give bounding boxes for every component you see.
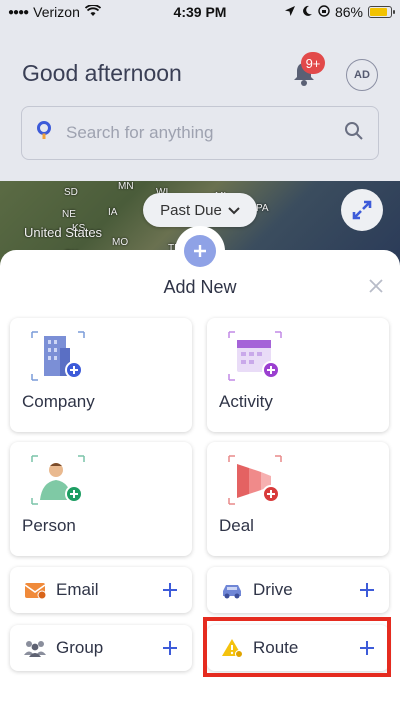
status-left: ●●●● Verizon xyxy=(8,4,101,20)
plus-circle xyxy=(184,235,216,267)
sheet-add-button[interactable] xyxy=(175,226,225,276)
row-label: Group xyxy=(56,638,104,657)
lock-rotation-icon xyxy=(318,4,330,20)
card-label: Deal xyxy=(219,516,254,535)
location-pin-icon xyxy=(36,120,52,146)
signal-icon: ●●●● xyxy=(8,6,29,18)
search-icon[interactable] xyxy=(344,121,364,146)
card-label: Person xyxy=(22,516,76,535)
map-label: MN xyxy=(118,181,134,192)
car-icon xyxy=(219,577,245,603)
card-label: Company xyxy=(22,392,95,411)
map-label: SD xyxy=(64,187,78,198)
add-deal-card[interactable]: Deal xyxy=(207,442,389,556)
plus-icon xyxy=(360,583,374,597)
search-input[interactable] xyxy=(66,123,330,143)
add-person-card[interactable]: Person xyxy=(10,442,192,556)
status-bar: ●●●● Verizon 4:39 PM 86% xyxy=(0,0,400,24)
row-label: Drive xyxy=(253,580,293,599)
carrier: Verizon xyxy=(33,4,80,20)
close-icon xyxy=(369,279,383,293)
add-email-row[interactable]: Email xyxy=(10,567,192,613)
company-icon xyxy=(30,330,86,387)
plus-icon xyxy=(194,245,206,257)
moon-icon xyxy=(301,4,313,20)
battery-icon xyxy=(368,6,395,18)
status-right: 86% xyxy=(284,4,395,20)
add-group-plus[interactable] xyxy=(160,638,180,658)
row-label: Route xyxy=(253,638,299,657)
search-bar[interactable] xyxy=(21,106,379,160)
plus-icon xyxy=(360,641,374,655)
add-group-row[interactable]: Group xyxy=(10,625,192,671)
notification-badge: 9+ xyxy=(301,52,325,74)
add-email-plus[interactable] xyxy=(160,580,180,600)
map-label: PA xyxy=(256,203,269,214)
group-icon xyxy=(22,635,48,661)
map-label: IA xyxy=(108,207,118,218)
greeting-title: Good afternoon xyxy=(22,60,182,86)
sheet-title: Add New xyxy=(163,277,237,297)
plus-icon xyxy=(163,583,177,597)
battery-percent: 86% xyxy=(334,4,363,20)
person-icon xyxy=(30,454,86,511)
add-drive-row[interactable]: Drive xyxy=(207,567,389,613)
add-route-plus[interactable] xyxy=(357,638,377,658)
wifi-icon xyxy=(84,4,101,20)
map-label: United States xyxy=(24,225,103,240)
row-label: Email xyxy=(56,580,99,599)
location-icon xyxy=(284,4,296,20)
map-label: MO xyxy=(112,237,129,248)
route-icon xyxy=(219,635,245,661)
card-label: Activity xyxy=(219,392,273,411)
add-company-card[interactable]: Company xyxy=(10,318,192,432)
close-button[interactable] xyxy=(366,276,386,296)
add-drive-plus[interactable] xyxy=(357,580,377,600)
calendar-icon xyxy=(227,330,283,387)
email-icon xyxy=(22,577,48,603)
avatar[interactable]: AD xyxy=(346,59,378,91)
battery-level xyxy=(370,8,388,16)
add-activity-card[interactable]: Activity xyxy=(207,318,389,432)
past-due-filter[interactable]: Past Due xyxy=(143,193,257,227)
plus-icon xyxy=(163,641,177,655)
add-route-row[interactable]: Route xyxy=(207,625,389,671)
chevron-down-icon xyxy=(228,202,240,219)
expand-map-button[interactable] xyxy=(341,189,383,231)
past-due-label: Past Due xyxy=(160,201,222,219)
map-label: NE xyxy=(62,209,76,220)
expand-icon xyxy=(352,200,372,220)
deal-icon xyxy=(227,454,283,511)
